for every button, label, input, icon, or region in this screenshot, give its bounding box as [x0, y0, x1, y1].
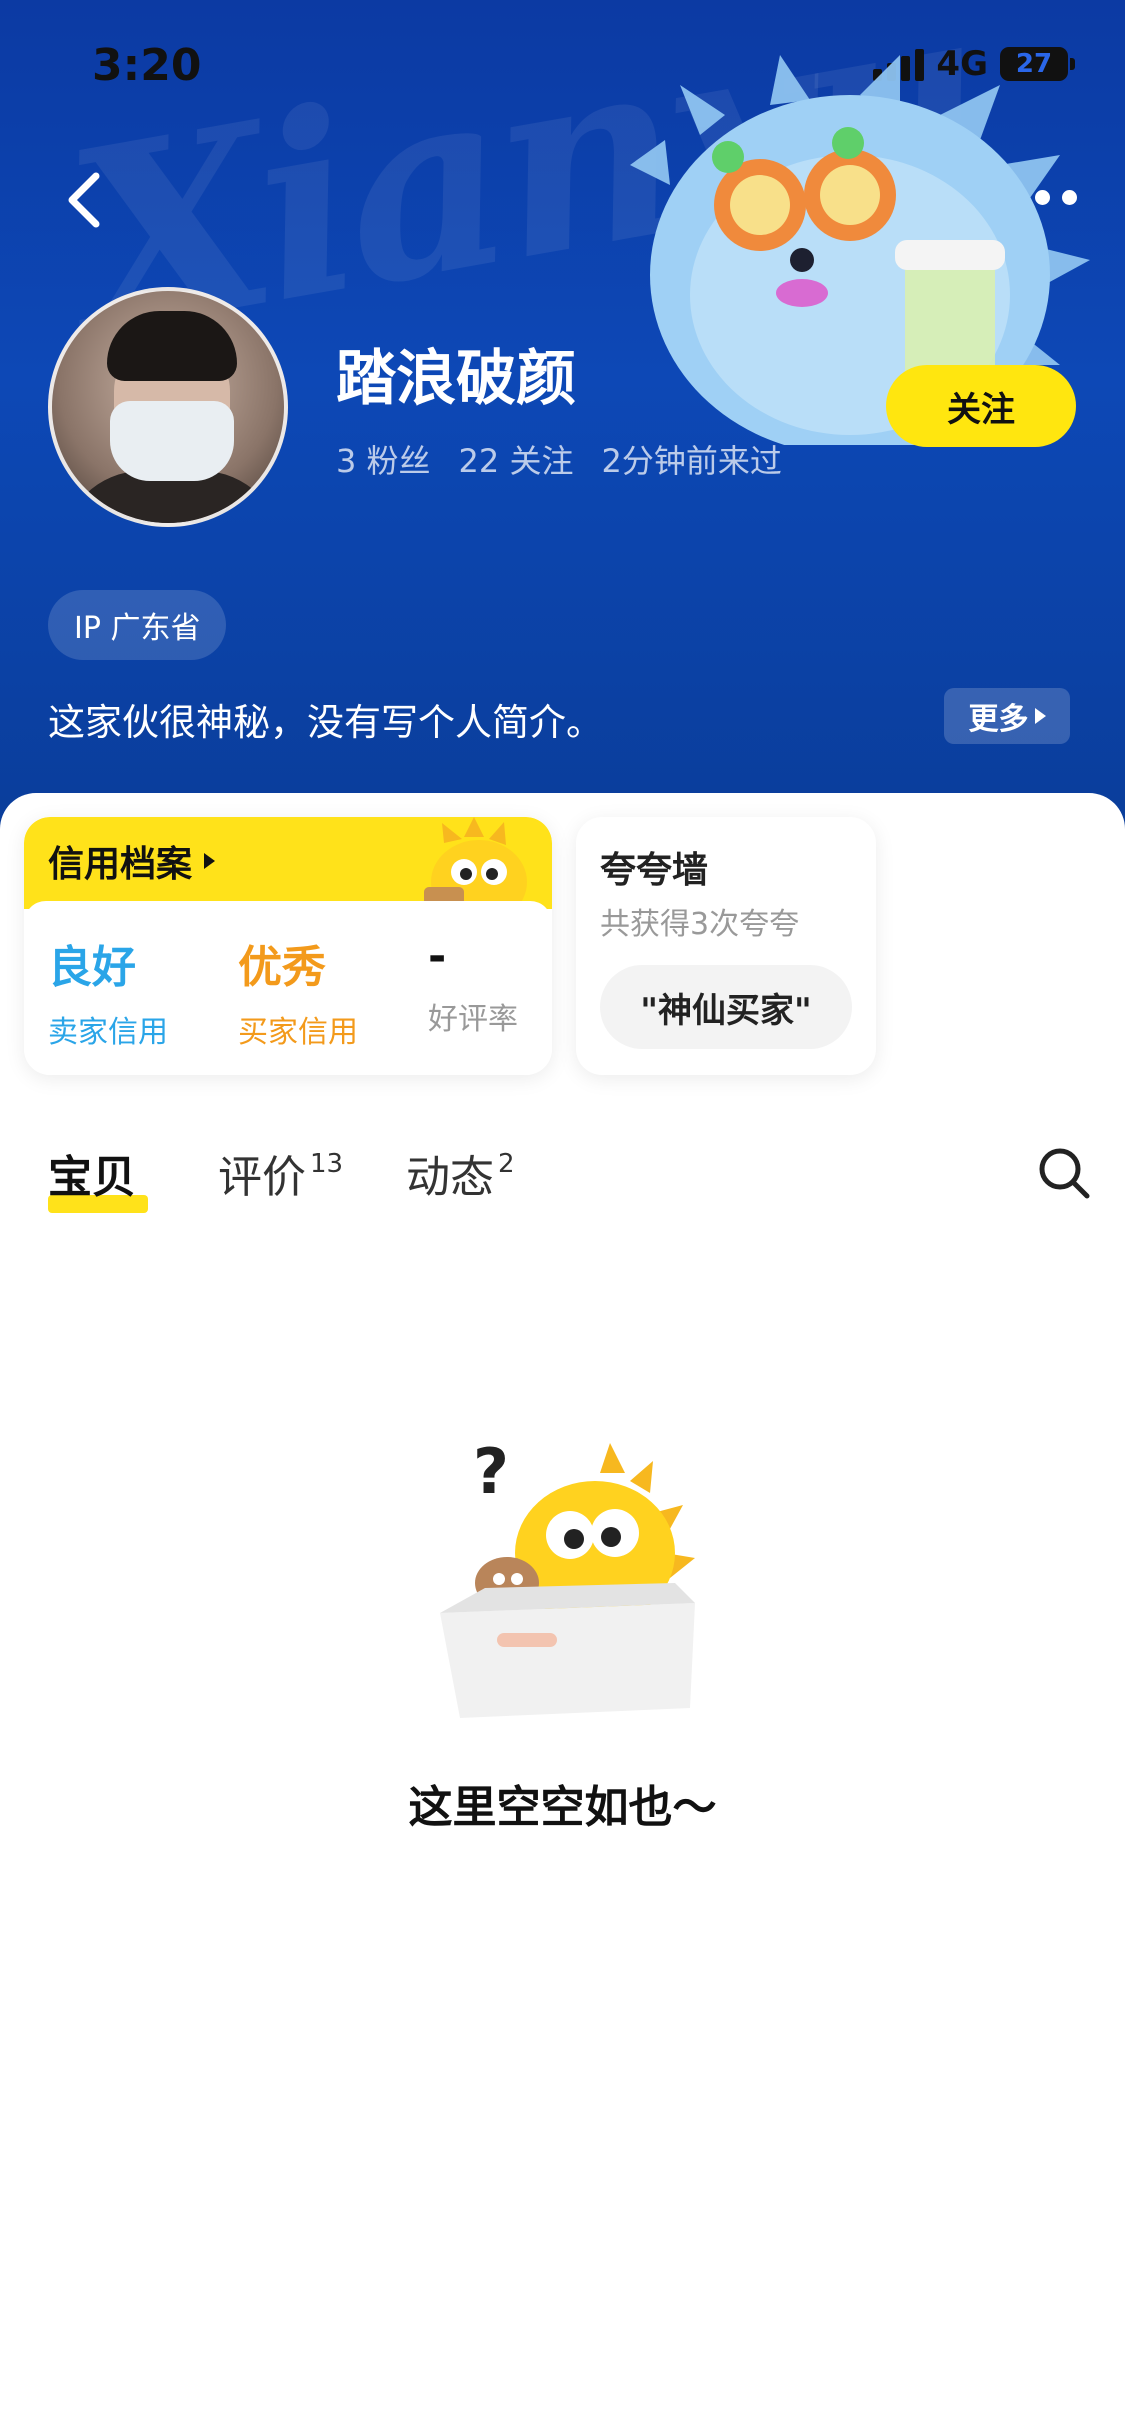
tab-reviews-label: 评价 [218, 1152, 306, 1203]
seller-credit-value: 良好 [48, 942, 136, 993]
svg-text:?: ? [473, 1435, 509, 1508]
positive-rate-value: - [428, 931, 447, 982]
empty-box-illustration: ? [440, 1435, 695, 1718]
follow-button[interactable]: 关注 [886, 365, 1076, 447]
caret-right-icon [1034, 708, 1046, 724]
last-seen: 2分钟前来过 [601, 442, 782, 480]
tab-activity-label: 动态 [406, 1152, 494, 1203]
fans-count[interactable]: 3 粉丝 [336, 436, 431, 482]
more-bio-label: 更多 [968, 702, 1029, 737]
search-button[interactable] [1036, 1145, 1092, 1201]
tab-reviews[interactable]: 评价 13 [218, 1141, 343, 1205]
tab-activity[interactable]: 动态 2 [406, 1141, 515, 1205]
praise-wall-card[interactable]: 夸夸墙 共获得3次夸夸 "神仙买家" [576, 817, 876, 1075]
tab-reviews-count: 13 [310, 1149, 344, 1180]
buyer-credit: 优秀 买家信用 [238, 931, 358, 1051]
credit-card-title: 信用档案 [48, 835, 216, 887]
positive-rate: - 好评率 [428, 931, 518, 1038]
buyer-credit-value: 优秀 [238, 942, 326, 993]
caret-right-icon [204, 853, 216, 869]
praise-tag: "神仙买家" [600, 965, 852, 1049]
seller-credit-label: 卖家信用 [48, 1015, 168, 1050]
profile-header: Xianyu 3:20 4G 27 踏浪破颜 3 粉丝 22 关注 2分钟前来过… [0, 0, 1125, 840]
profile-bio: 这家伙很神秘，没有写个人简介。 [48, 701, 603, 744]
empty-state-message: 这里空空如也～ [408, 1782, 717, 1833]
positive-rate-label: 好评率 [428, 1002, 518, 1037]
status-time: 3:20 [92, 40, 202, 91]
tab-items[interactable]: 宝贝 [48, 1141, 136, 1205]
back-button[interactable] [58, 168, 114, 232]
chevron-left-icon [68, 172, 100, 228]
praise-wall-subtitle: 共获得3次夸夸 [600, 907, 800, 942]
following-count[interactable]: 22 关注 [459, 436, 574, 482]
tab-activity-count: 2 [498, 1149, 515, 1180]
more-bio-button[interactable]: 更多 [944, 688, 1070, 744]
seller-credit: 良好 卖家信用 [48, 931, 168, 1051]
content-tabs: 宝贝 评价 13 动态 2 [0, 1123, 1125, 1213]
profile-content: 信用档案 良好 卖家信用 优秀 买家信用 - 好评率 夸夸墙 共获得3次夸夸 "… [0, 793, 1125, 2436]
avatar[interactable] [48, 287, 288, 527]
credit-card[interactable]: 信用档案 良好 卖家信用 优秀 买家信用 - 好评率 [24, 817, 552, 1075]
buyer-credit-label: 买家信用 [238, 1015, 358, 1050]
praise-wall-title: 夸夸墙 [600, 850, 709, 891]
ip-location-tag: IP 广东省 [48, 590, 227, 660]
search-icon [1039, 1148, 1090, 1199]
profile-stats: 3 粉丝 22 关注 2分钟前来过 [336, 436, 782, 482]
username: 踏浪破颜 [336, 344, 576, 414]
credit-card-body: 良好 卖家信用 优秀 买家信用 - 好评率 [24, 901, 552, 1075]
